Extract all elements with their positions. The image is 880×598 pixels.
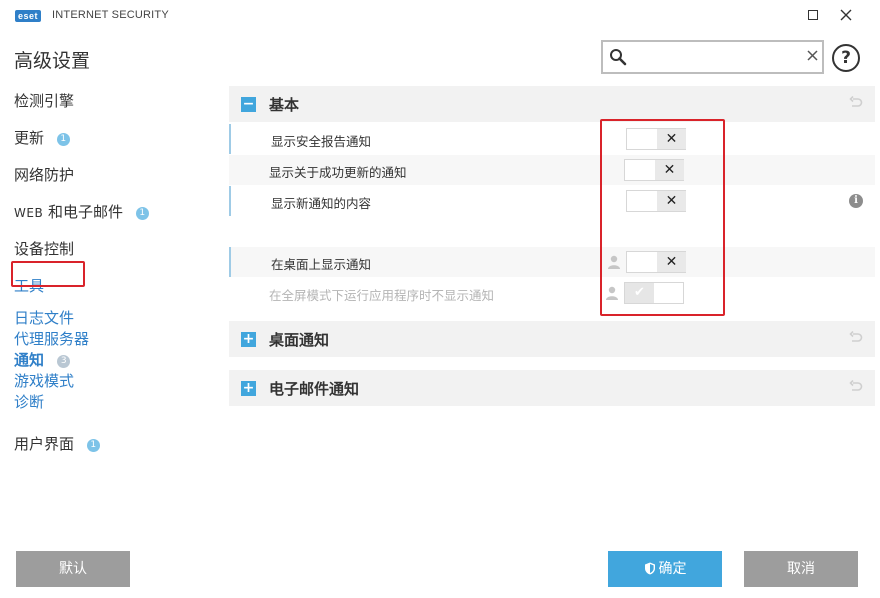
question-mark-icon: ?: [841, 48, 851, 68]
expand-icon: +: [241, 380, 256, 396]
help-button[interactable]: ?: [832, 44, 860, 72]
sidebar-item-label: 用户界面: [14, 435, 75, 453]
sidebar-item-label: 更新: [14, 129, 45, 147]
sidebar-item-label: 通知: [14, 351, 45, 369]
close-window-button[interactable]: [834, 4, 858, 28]
search-icon: [610, 49, 627, 66]
default-button[interactable]: 默认: [16, 551, 130, 587]
setting-label: 在全屏模式下运行应用程序时不显示通知: [269, 288, 495, 303]
sidebar-item-device-control[interactable]: 设备控制: [14, 238, 74, 259]
setting-label: 在桌面上显示通知: [271, 257, 372, 272]
sidebar-item-prefix: WEB: [14, 206, 44, 220]
x-icon: ✕: [657, 129, 686, 149]
setting-label: 显示新通知的内容: [271, 196, 372, 211]
sidebar-item-web-email[interactable]: WEB 和电子邮件 1: [14, 201, 149, 222]
ok-button[interactable]: 确定: [608, 551, 722, 587]
user-icon: [606, 286, 618, 300]
sidebar-item-label: 设备控制: [14, 240, 75, 258]
section-header-basic[interactable]: − 基本: [229, 86, 875, 122]
setting-row: 显示关于成功更新的通知 ✕: [229, 155, 875, 185]
close-icon: [840, 9, 852, 21]
toggle-switch[interactable]: ✕: [624, 159, 684, 181]
setting-row: 显示安全报告通知 ✕: [229, 124, 875, 154]
section-title: 基本: [269, 96, 300, 114]
search-box[interactable]: [601, 40, 824, 74]
button-label: 确定: [658, 561, 687, 577]
sidebar-item-notifications[interactable]: 通知 3: [14, 349, 71, 370]
count-badge: 3: [57, 355, 71, 368]
x-icon: ✕: [657, 191, 686, 211]
section-header-desktop-notifications[interactable]: + 桌面通知: [229, 321, 875, 357]
x-icon: ✕: [657, 252, 686, 272]
setting-row: 在全屏模式下运行应用程序时不显示通知 ✔: [229, 278, 875, 308]
sidebar-item-proxy-server[interactable]: 代理服务器: [14, 328, 89, 349]
count-badge: 1: [135, 207, 149, 220]
revert-icon[interactable]: [849, 96, 863, 110]
setting-label: 显示安全报告通知: [271, 134, 372, 149]
page-title: 高级设置: [14, 50, 91, 72]
sidebar-item-label: 日志文件: [14, 309, 75, 327]
sidebar-item-tools[interactable]: 工具: [14, 275, 44, 296]
sidebar-item-label: 检测引擎: [14, 92, 75, 110]
search-input[interactable]: [631, 46, 799, 68]
count-badge: 1: [86, 439, 100, 452]
maximize-icon: [808, 10, 818, 20]
clear-search-button[interactable]: [803, 45, 821, 69]
sidebar-item-label: 工具: [14, 277, 45, 295]
toggle-switch[interactable]: ✕: [626, 251, 686, 273]
info-icon[interactable]: i: [849, 194, 863, 208]
section-title: 桌面通知: [269, 331, 330, 349]
cancel-button[interactable]: 取消: [744, 551, 858, 587]
count-badge: 1: [56, 133, 70, 146]
setting-label: 显示关于成功更新的通知: [269, 165, 407, 180]
sidebar-item-detection-engine[interactable]: 检测引擎: [14, 90, 74, 111]
sidebar-item-gamer-mode[interactable]: 游戏模式: [14, 370, 74, 391]
setting-row: 显示新通知的内容 ✕ i: [229, 186, 875, 216]
sidebar: 检测引擎 更新 1 网络防护 WEB 和电子邮件 1 设备控制 工具 日志文件 …: [0, 84, 220, 524]
check-icon: ✔: [625, 283, 654, 303]
revert-icon[interactable]: [849, 331, 863, 345]
button-label: 默认: [59, 561, 87, 577]
maximize-button[interactable]: [801, 4, 825, 28]
product-name: INTERNET SECURITY: [52, 9, 169, 21]
sidebar-item-label: 游戏模式: [14, 372, 75, 390]
sidebar-item-label: 和电子邮件: [43, 203, 123, 221]
sidebar-item-update[interactable]: 更新 1: [14, 127, 70, 148]
toggle-switch[interactable]: ✕: [626, 190, 686, 212]
toggle-switch[interactable]: ✕: [626, 128, 686, 150]
button-label: 取消: [787, 561, 815, 577]
x-icon: ✕: [655, 160, 684, 180]
toggle-switch[interactable]: ✔: [624, 282, 684, 304]
title-bar: eset INTERNET SECURITY: [0, 0, 880, 32]
section-header-email-notifications[interactable]: + 电子邮件通知: [229, 370, 875, 406]
sidebar-item-network-protection[interactable]: 网络防护: [14, 164, 74, 185]
sidebar-item-user-interface[interactable]: 用户界面 1: [14, 433, 100, 454]
sidebar-item-label: 网络防护: [14, 166, 75, 184]
clear-icon: [806, 50, 818, 61]
sidebar-item-log-files[interactable]: 日志文件: [14, 307, 74, 328]
expand-icon: +: [241, 331, 256, 347]
setting-row: 在桌面上显示通知 ✕: [229, 247, 875, 277]
setting-spacer: [229, 217, 875, 247]
shield-icon: [644, 562, 655, 575]
sidebar-item-diagnostics[interactable]: 诊断: [14, 391, 44, 412]
user-icon: [608, 255, 620, 269]
sidebar-item-label: 代理服务器: [14, 330, 90, 348]
sidebar-item-label: 诊断: [14, 393, 45, 411]
eset-logo: eset: [15, 10, 42, 22]
section-title: 电子邮件通知: [269, 380, 360, 398]
collapse-icon: −: [241, 96, 256, 112]
revert-icon[interactable]: [849, 380, 863, 394]
